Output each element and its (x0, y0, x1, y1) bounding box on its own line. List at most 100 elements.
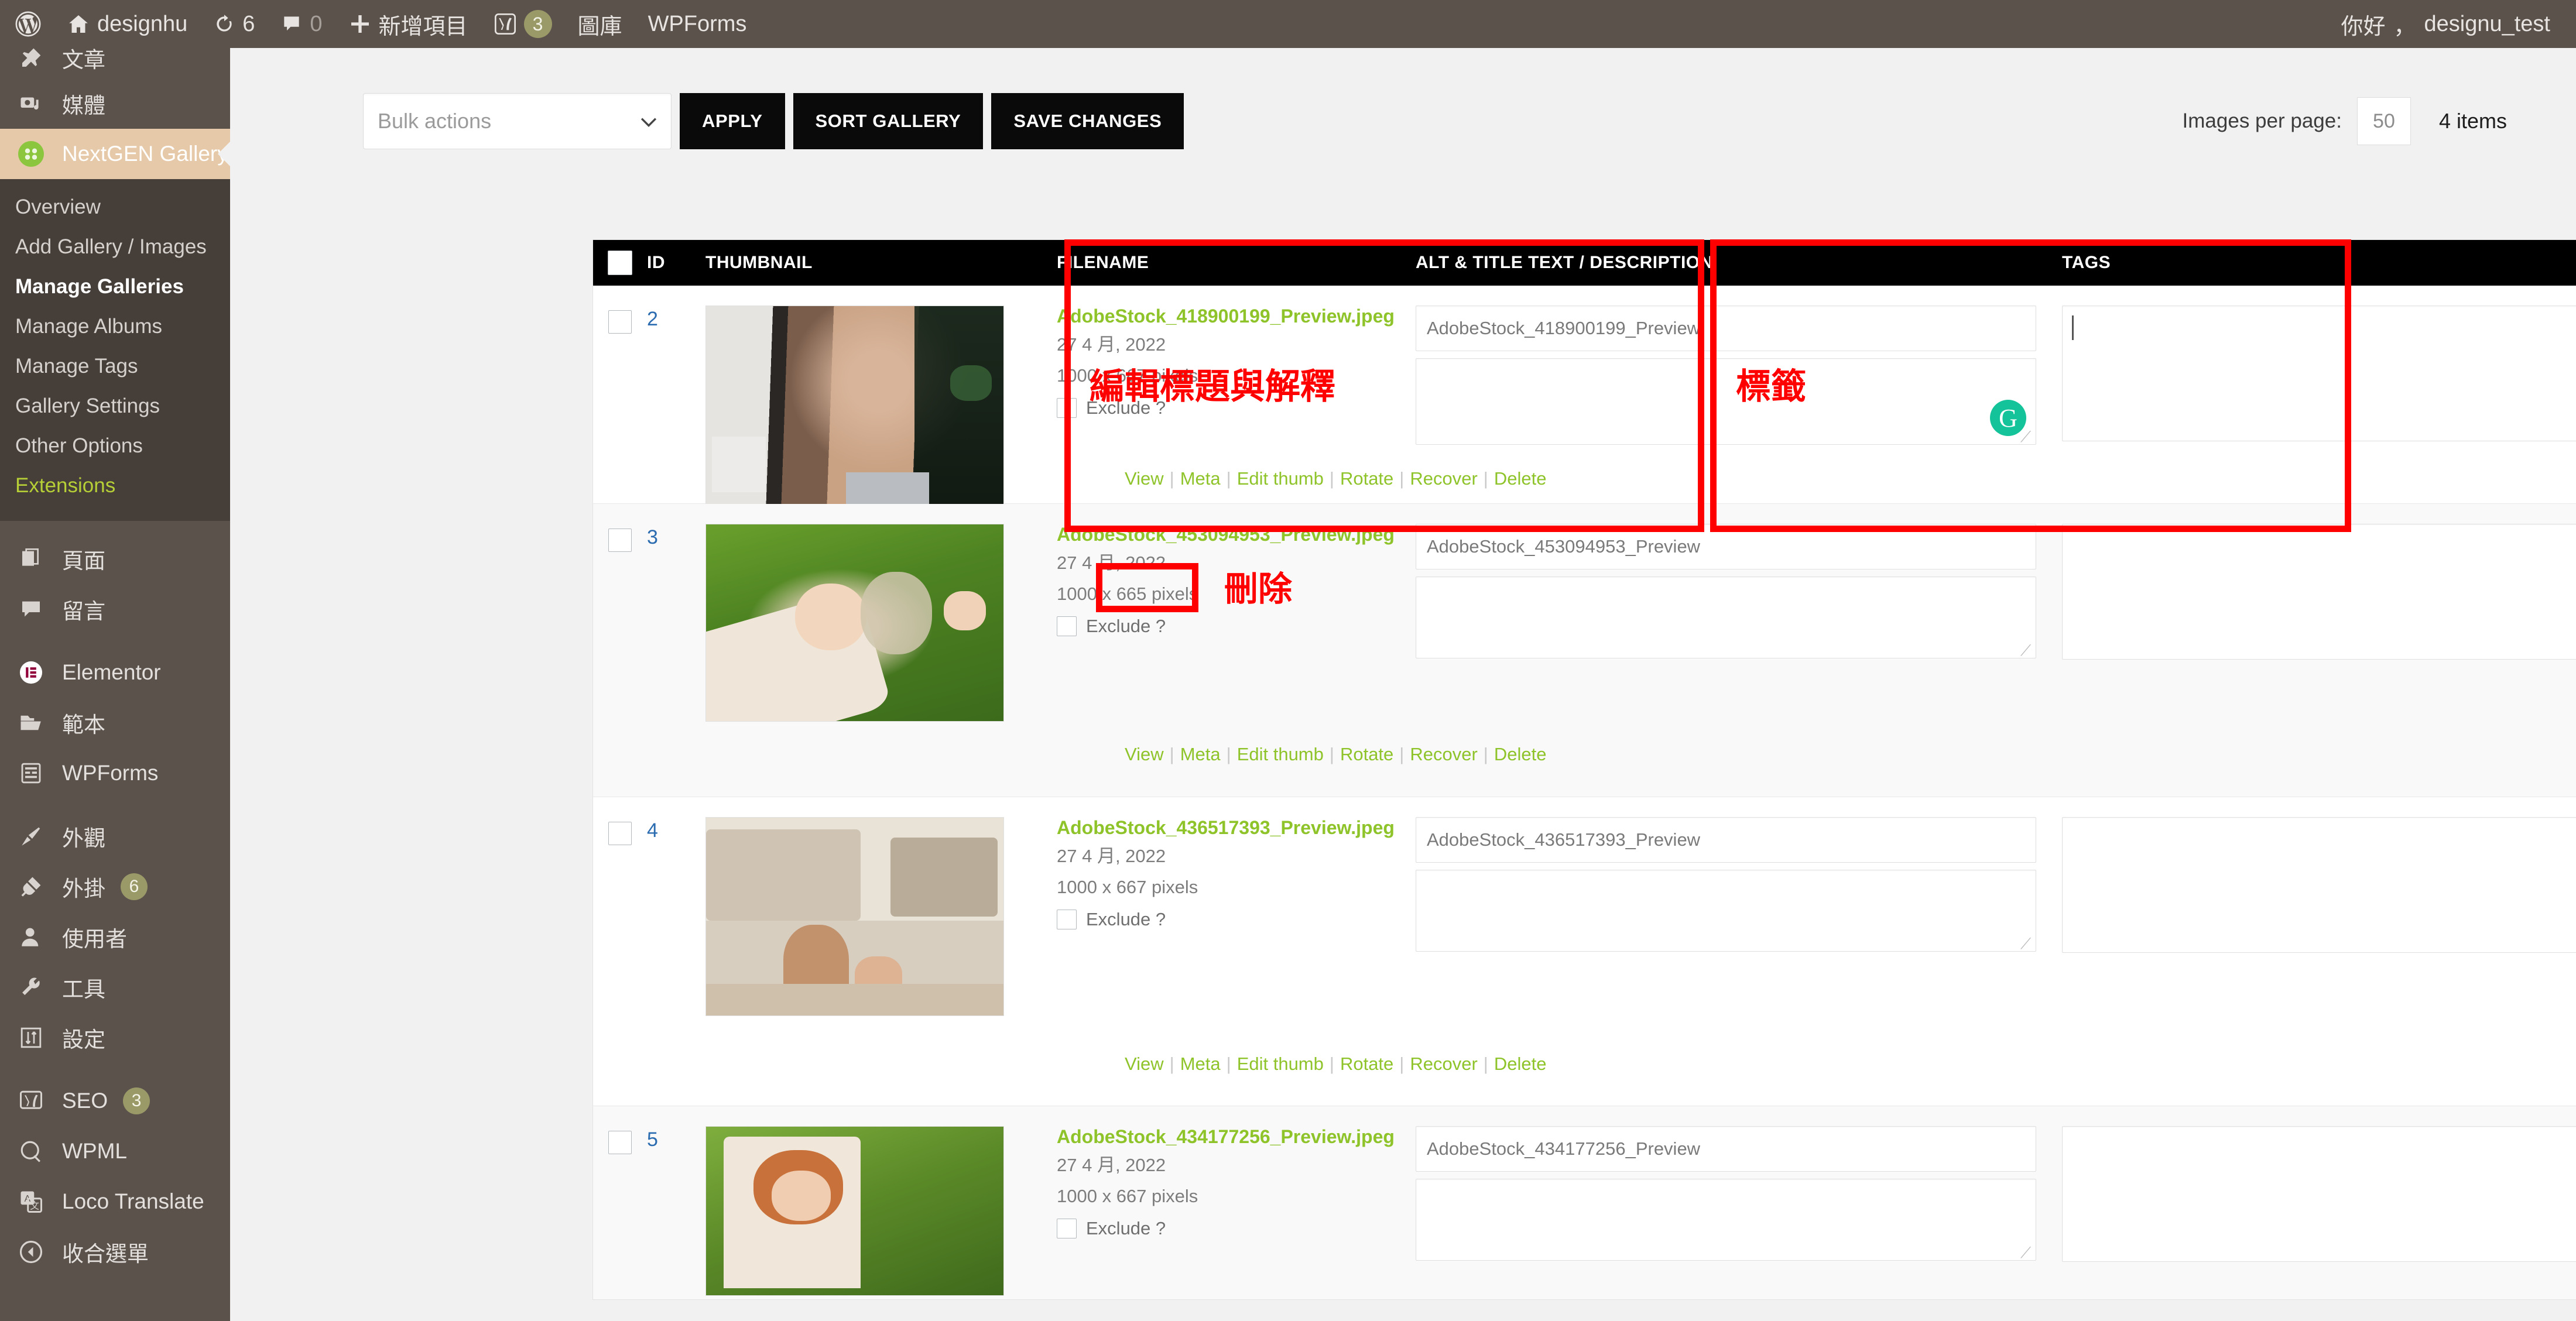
tags-textarea[interactable]: ⟋ (2062, 524, 2576, 660)
action-meta[interactable]: Meta (1180, 468, 1221, 489)
description-textarea[interactable]: ⟋ (1416, 1179, 2036, 1261)
row-filename-link[interactable]: AdobeStock_453094953_Preview.jpeg (1057, 524, 1395, 545)
sidebar-item-extensions[interactable]: Extensions (0, 466, 230, 506)
sidebar-item-settings[interactable]: 設定 (0, 1013, 230, 1063)
sidebar-item-overview[interactable]: Overview (0, 187, 230, 227)
thumbnail-image-3[interactable] (705, 817, 1004, 1016)
thumbnail-image-2[interactable] (705, 524, 1004, 722)
apply-button[interactable]: APPLY (680, 93, 785, 149)
action-delete[interactable]: Delete (1494, 468, 1547, 489)
description-textarea[interactable]: ⟋ (1416, 577, 2036, 658)
sidebar-item-wpml[interactable]: WPML (0, 1126, 230, 1176)
action-view[interactable]: View (1125, 744, 1164, 764)
sort-gallery-button[interactable]: SORT GALLERY (793, 93, 984, 149)
adminbar-gallery-menu[interactable]: 圖庫 (565, 0, 635, 48)
row-select-checkbox-cell[interactable] (593, 524, 647, 552)
resize-grip-icon[interactable]: ⟋ (2020, 1246, 2033, 1259)
sidebar-item-loco-translate[interactable]: A文 Loco Translate (0, 1176, 230, 1227)
sidebar-item-pages[interactable]: 頁面 (0, 534, 230, 584)
sidebar-item-nextgen-gallery[interactable]: NextGEN Gallery (0, 129, 230, 179)
sidebar-item-comments[interactable]: 留言 (0, 584, 230, 634)
adminbar-wpforms-menu[interactable]: WPForms (635, 0, 760, 48)
row-exclude-control[interactable]: Exclude ? (1057, 909, 1405, 930)
row-filename-link[interactable]: AdobeStock_418900199_Preview.jpeg (1057, 306, 1395, 327)
row-thumbnail[interactable] (705, 306, 1057, 505)
alt-title-input[interactable]: AdobeStock_434177256_Preview (1416, 1126, 2036, 1172)
sidebar-item-other-options[interactable]: Other Options (0, 426, 230, 466)
exclude-checkbox[interactable] (1057, 616, 1077, 636)
thumbnail-image-4[interactable] (705, 1126, 1004, 1296)
action-recover[interactable]: Recover (1410, 468, 1477, 489)
row-select-checkbox[interactable] (608, 822, 632, 845)
action-delete[interactable]: Delete (1494, 1054, 1547, 1074)
adminbar-updates[interactable]: 6 (200, 0, 268, 48)
resize-grip-icon[interactable]: ⟋ (2020, 937, 2033, 950)
bulk-actions-select[interactable]: Bulk actions (363, 93, 672, 149)
action-meta[interactable]: Meta (1180, 1054, 1221, 1074)
alt-title-input[interactable]: AdobeStock_436517393_Preview (1416, 817, 2036, 863)
exclude-checkbox[interactable] (1057, 398, 1077, 418)
alt-title-input[interactable]: AdobeStock_453094953_Preview (1416, 524, 2036, 569)
header-id[interactable]: ID (647, 253, 705, 273)
adminbar-account[interactable]: 你好 ， designu_test (2341, 8, 2576, 40)
row-filename-link[interactable]: AdobeStock_434177256_Preview.jpeg (1057, 1126, 1395, 1147)
row-select-checkbox-cell[interactable] (593, 306, 647, 334)
row-select-checkbox[interactable] (608, 529, 632, 552)
exclude-checkbox[interactable] (1057, 910, 1077, 929)
sidebar-item-users[interactable]: 使用者 (0, 912, 230, 962)
sidebar-item-seo[interactable]: SEO 3 (0, 1076, 230, 1126)
resize-grip-icon[interactable]: ⟋ (2020, 644, 2033, 657)
images-per-page-input[interactable]: 50 (2357, 97, 2411, 145)
tags-textarea[interactable] (2062, 1126, 2576, 1262)
row-select-checkbox[interactable] (608, 310, 632, 334)
description-textarea[interactable]: G ⟋ (1416, 358, 2036, 445)
row-select-checkbox[interactable] (608, 1131, 632, 1154)
action-view[interactable]: View (1125, 468, 1164, 489)
adminbar-site-name[interactable]: designhu (54, 0, 200, 48)
sidebar-item-posts[interactable]: 文章 (0, 48, 230, 78)
row-thumbnail[interactable] (705, 1126, 1057, 1296)
exclude-checkbox[interactable] (1057, 1219, 1077, 1238)
adminbar-wordpress-logo[interactable] (0, 0, 54, 48)
sidebar-item-manage-tags[interactable]: Manage Tags (0, 346, 230, 386)
header-filename[interactable]: FILENAME (1057, 253, 1405, 273)
action-rotate[interactable]: Rotate (1340, 1054, 1393, 1074)
resize-grip-icon[interactable]: ⟋ (2020, 430, 2033, 443)
action-recover[interactable]: Recover (1410, 744, 1477, 764)
row-exclude-control[interactable]: Exclude ? (1057, 1218, 1405, 1239)
action-meta[interactable]: Meta (1180, 744, 1221, 764)
tags-textarea[interactable]: G ⟋ (2062, 306, 2576, 441)
save-changes-button[interactable]: SAVE CHANGES (991, 93, 1184, 149)
sidebar-item-plugins[interactable]: 外掛 6 (0, 862, 230, 912)
sidebar-item-add-gallery-images[interactable]: Add Gallery / Images (0, 227, 230, 267)
action-edit-thumb[interactable]: Edit thumb (1237, 744, 1324, 764)
adminbar-comments[interactable]: 0 (268, 0, 335, 48)
adminbar-yoast-seo[interactable]: 3 (481, 0, 565, 48)
sidebar-item-manage-galleries[interactable]: Manage Galleries (0, 267, 230, 307)
sidebar-item-tools[interactable]: 工具 (0, 962, 230, 1013)
row-exclude-control[interactable]: Exclude ? (1057, 616, 1405, 637)
sidebar-item-manage-albums[interactable]: Manage Albums (0, 307, 230, 346)
row-select-checkbox-cell[interactable] (593, 1126, 647, 1154)
action-edit-thumb[interactable]: Edit thumb (1237, 1054, 1324, 1074)
adminbar-new-content[interactable]: 新增項目 (335, 0, 481, 48)
action-rotate[interactable]: Rotate (1340, 468, 1393, 489)
sidebar-item-elementor[interactable]: Elementor (0, 647, 230, 698)
row-select-checkbox-cell[interactable] (593, 817, 647, 845)
row-thumbnail[interactable] (705, 817, 1057, 1016)
action-recover[interactable]: Recover (1410, 1054, 1477, 1074)
row-filename-link[interactable]: AdobeStock_436517393_Preview.jpeg (1057, 817, 1395, 838)
description-textarea[interactable]: ⟋ (1416, 870, 2036, 952)
alt-title-input[interactable]: AdobeStock_418900199_Preview (1416, 306, 2036, 351)
tags-textarea[interactable]: ⟋ (2062, 817, 2576, 953)
sidebar-item-wpforms[interactable]: WPForms (0, 748, 230, 798)
action-view[interactable]: View (1125, 1054, 1164, 1074)
row-thumbnail[interactable] (705, 524, 1057, 722)
action-edit-thumb[interactable]: Edit thumb (1237, 468, 1324, 489)
sidebar-item-collapse-menu[interactable]: 收合選單 (0, 1227, 230, 1277)
sidebar-item-media[interactable]: 媒體 (0, 78, 230, 129)
select-all-checkbox[interactable] (608, 251, 632, 275)
action-rotate[interactable]: Rotate (1340, 744, 1393, 764)
sidebar-item-templates[interactable]: 範本 (0, 698, 230, 748)
action-delete[interactable]: Delete (1494, 744, 1547, 764)
